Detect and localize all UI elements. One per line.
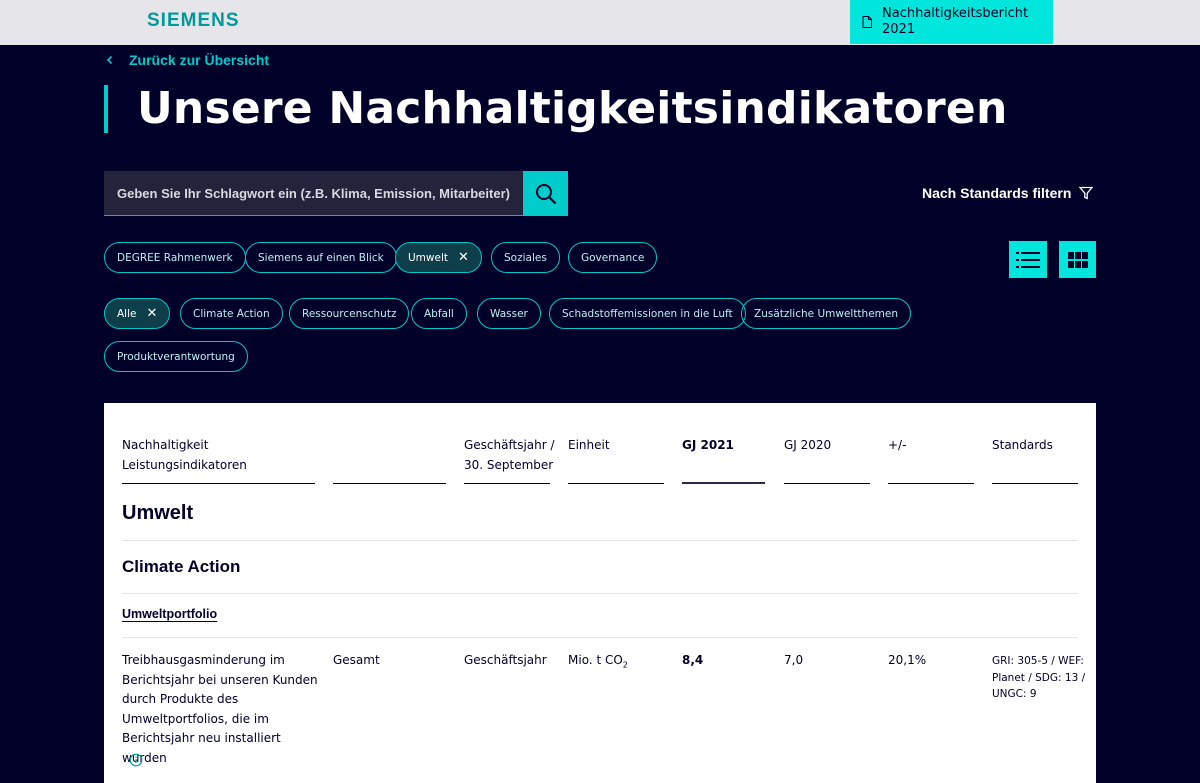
chip-label: Zusätzliche Umweltthemen xyxy=(754,307,899,320)
header-fy-line: 30. September xyxy=(464,458,554,472)
header-underline xyxy=(888,483,974,484)
chip-label: Abfall xyxy=(424,307,454,320)
row-standards: GRI: 305-5 / WEF: Planet / SDG: 13 / UNG… xyxy=(992,653,1085,703)
subsection-title: Climate Action xyxy=(122,557,241,576)
header-underline xyxy=(333,483,446,484)
row-gj2021-value: 8,4 xyxy=(682,653,704,667)
header-change: +/- xyxy=(888,438,907,452)
chip-wasser[interactable]: Wasser xyxy=(477,298,541,329)
grid-view-icon xyxy=(1067,251,1088,268)
row-indicator: Treibhausgasminderung im Berichtsjahr be… xyxy=(122,651,322,768)
group-title: Umweltportfolio xyxy=(122,607,218,621)
row-change-value: 20,1% xyxy=(888,653,927,667)
filter-icon xyxy=(1079,186,1094,200)
standards-line: UNGC: 9 xyxy=(992,688,1037,700)
chip-label: Alle xyxy=(117,307,137,320)
header-underline xyxy=(992,483,1078,484)
chip-ressourcenschutz[interactable]: Ressourcenschutz xyxy=(289,298,410,329)
header-indicator-line: Leistungsindikatoren xyxy=(122,458,247,472)
standards-line: GRI: 305-5 / WEF: xyxy=(992,655,1084,667)
header-underline xyxy=(122,483,315,484)
header-unit: Einheit xyxy=(568,438,610,452)
header-fiscal-year: Geschäftsjahr / 30. September xyxy=(464,435,555,475)
unit-subscript: 2 xyxy=(622,660,628,670)
siemens-logo[interactable]: SIEMENS xyxy=(147,10,240,32)
indicator-line: durch Produkte des xyxy=(122,692,239,706)
title-accent-bar xyxy=(104,85,108,133)
header-indicator: Nachhaltigkeit Leistungsindikatoren xyxy=(122,435,247,475)
header-underline-active xyxy=(682,482,765,484)
chip-abfall[interactable]: Abfall xyxy=(411,298,467,329)
header-standards: Standards xyxy=(992,438,1053,452)
row-scope: Gesamt xyxy=(333,653,380,667)
chip-alle[interactable]: Alle ✕ xyxy=(104,298,171,329)
search-icon xyxy=(535,183,556,204)
header-gj2021[interactable]: GJ 2021 xyxy=(682,435,734,455)
chip-zusaetzliche-umweltthemen[interactable]: Zusätzliche Umweltthemen xyxy=(741,298,912,329)
divider xyxy=(122,637,1078,638)
chip-label: Soziales xyxy=(504,251,547,264)
header-gj2020[interactable]: GJ 2020 xyxy=(784,435,831,455)
top-bar: SIEMENS Nachhaltigkeitsbericht 2021 xyxy=(0,0,1200,45)
chip-label: Governance xyxy=(581,251,645,264)
chip-label: Ressourcenschutz xyxy=(302,307,397,320)
unit-text: Mio. t CO xyxy=(568,653,623,667)
remove-chip-icon[interactable]: ✕ xyxy=(146,307,157,320)
list-view-icon xyxy=(1016,251,1040,268)
filter-by-standards-button[interactable]: Nach Standards filtern xyxy=(922,185,1094,201)
page-title: Unsere Nachhaltigkeitsindikatoren xyxy=(137,83,1008,134)
info-icon[interactable] xyxy=(129,753,143,767)
chip-label: Climate Action xyxy=(193,307,270,320)
back-to-overview-link[interactable]: Zurück zur Übersicht xyxy=(104,52,269,68)
document-icon xyxy=(862,16,872,28)
chip-degree[interactable]: DEGREE Rahmenwerk xyxy=(104,242,246,273)
filter-standards-label: Nach Standards filtern xyxy=(922,185,1072,201)
indicator-line: Berichtsjahr neu installiert wurden xyxy=(122,731,281,765)
header-underline xyxy=(784,483,870,484)
row-period: Geschäftsjahr xyxy=(464,653,547,667)
header-fy-line: Geschäftsjahr / xyxy=(464,438,555,452)
chip-label: Wasser xyxy=(490,307,528,320)
chip-produktverantwortung[interactable]: Produktverantwortung xyxy=(104,341,248,372)
chip-label: Produktverantwortung xyxy=(117,350,235,363)
chip-label: DEGREE Rahmenwerk xyxy=(117,251,233,264)
report-button-label: Nachhaltigkeitsbericht 2021 xyxy=(882,6,1029,37)
chip-schadstoffemissionen[interactable]: Schadstoffemissionen in die Luft xyxy=(549,298,746,329)
divider xyxy=(122,540,1078,541)
header-underline xyxy=(464,483,550,484)
chip-climate-action[interactable]: Climate Action xyxy=(180,298,283,329)
remove-chip-icon[interactable]: ✕ xyxy=(458,251,469,264)
indicator-table: Nachhaltigkeit Leistungsindikatoren Gesc… xyxy=(104,403,1096,783)
row-gj2020-value: 7,0 xyxy=(784,653,804,667)
header-indicator-line: Nachhaltigkeit xyxy=(122,438,209,452)
divider xyxy=(122,593,1078,594)
row-unit: Mio. t CO2 xyxy=(568,651,628,675)
search-input[interactable] xyxy=(117,185,523,201)
indicator-line: Berichtsjahr bei unseren Kunden xyxy=(122,672,318,687)
section-title: Umwelt xyxy=(122,502,194,524)
chip-label: Umwelt xyxy=(408,251,448,264)
sustainability-report-button[interactable]: Nachhaltigkeitsbericht 2021 xyxy=(850,0,1053,44)
chip-umwelt[interactable]: Umwelt ✕ xyxy=(395,242,482,273)
chevron-left-icon xyxy=(106,55,113,65)
header-underline xyxy=(568,483,664,484)
chip-siemens-overview[interactable]: Siemens auf einen Blick xyxy=(245,242,397,273)
chip-governance[interactable]: Governance xyxy=(568,242,658,273)
chip-soziales[interactable]: Soziales xyxy=(491,242,560,273)
grid-view-button[interactable] xyxy=(1059,241,1096,278)
indicator-line: Treibhausgasminderung im xyxy=(122,653,285,667)
standards-line: Planet / SDG: 13 / xyxy=(992,671,1086,684)
list-view-button[interactable] xyxy=(1009,241,1047,278)
chip-label: Schadstoffemissionen in die Luft xyxy=(562,307,733,320)
chip-label: Siemens auf einen Blick xyxy=(258,251,384,264)
search-button[interactable] xyxy=(523,171,568,216)
search-box xyxy=(104,171,523,216)
indicator-line: Umweltportfolios, die im xyxy=(122,711,269,726)
back-link-label: Zurück zur Übersicht xyxy=(129,52,270,68)
